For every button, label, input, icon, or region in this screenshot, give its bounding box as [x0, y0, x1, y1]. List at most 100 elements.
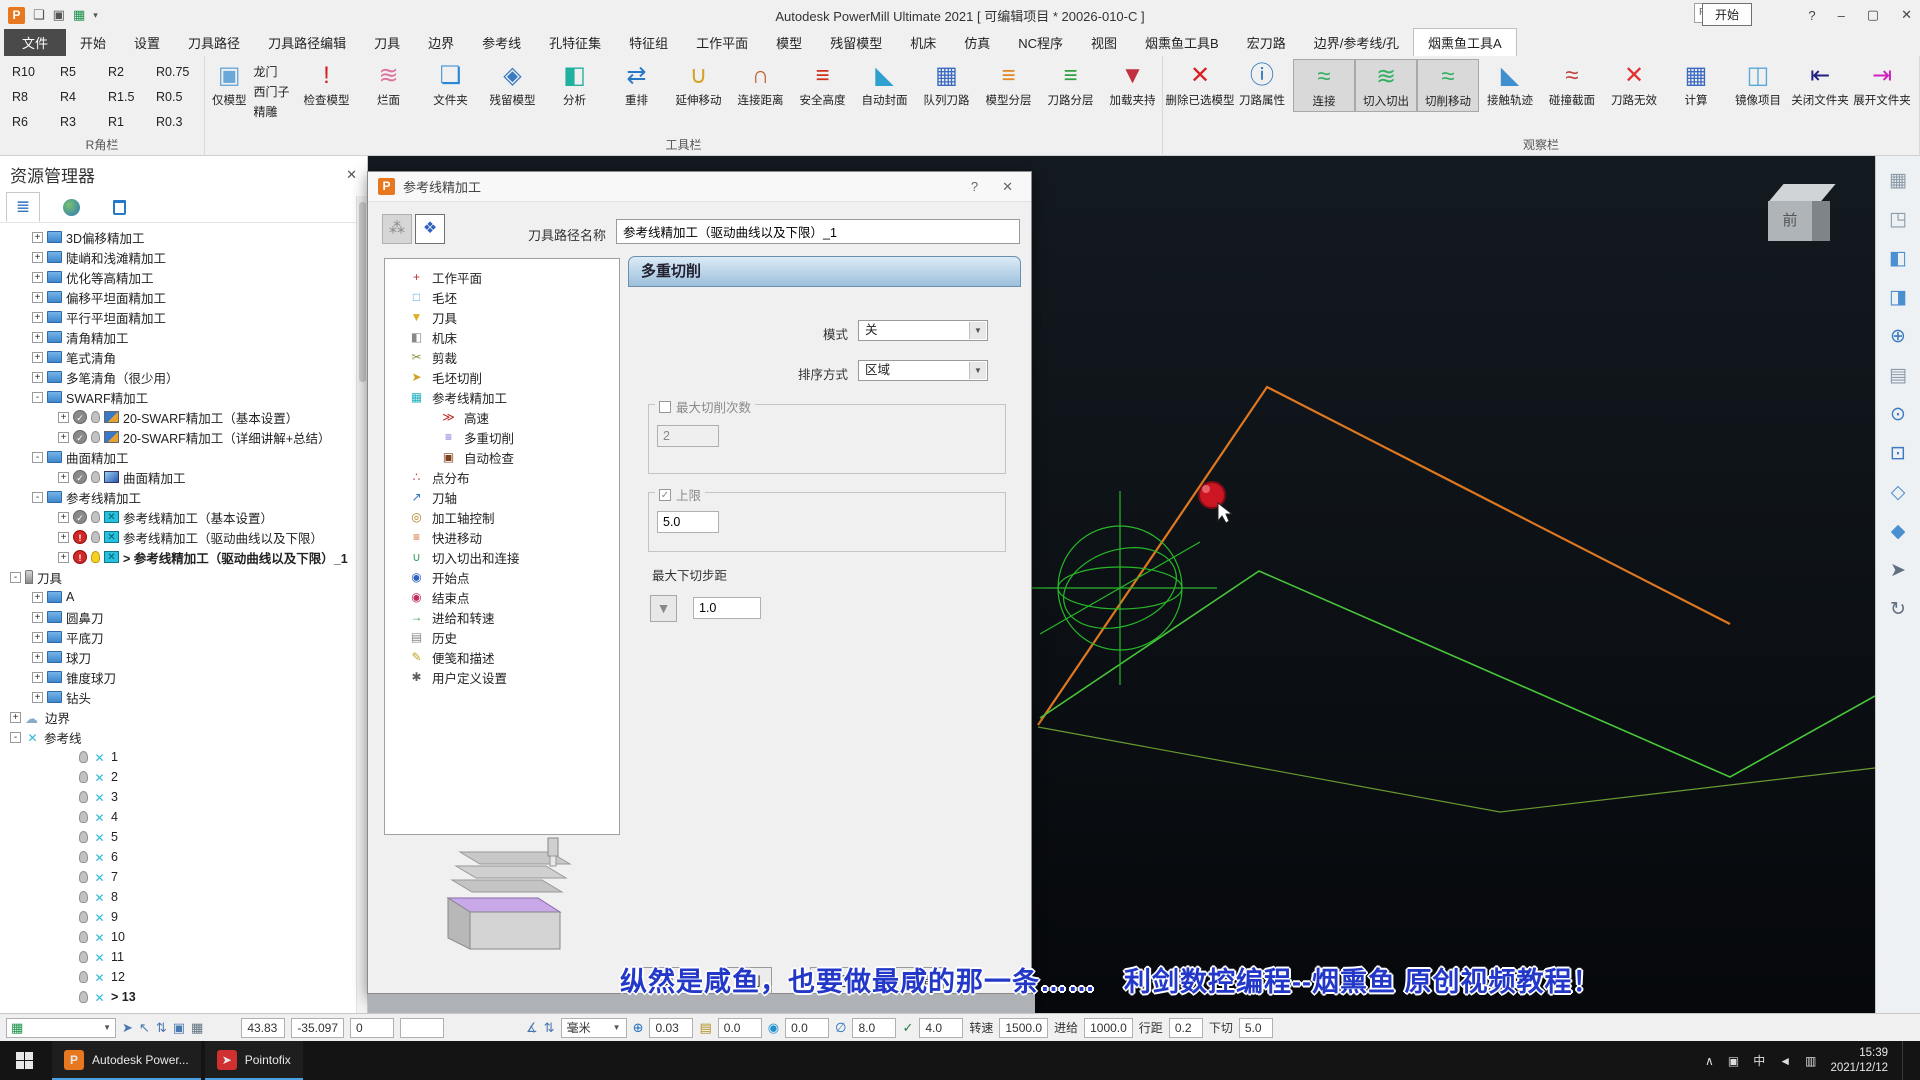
tree-item[interactable]: + 优化等高精加工 [0, 267, 367, 287]
tree-item[interactable]: + 曲面精加工 [0, 467, 367, 487]
dialog-tree-item[interactable]: ✂ 剪裁 [385, 347, 619, 367]
ribbon-tab[interactable]: 孔特征集 [535, 29, 615, 56]
tree-item[interactable]: + 边界 [0, 707, 367, 727]
ribbon-button[interactable]: ✕ 刀路无效 [1603, 59, 1665, 112]
expander-icon[interactable]: + [10, 712, 21, 723]
tree-item[interactable]: + 20-SWARF精加工（基本设置） [0, 407, 367, 427]
expander-icon[interactable]: + [58, 432, 69, 443]
cursor-z-value[interactable]: 0 [350, 1018, 394, 1038]
r-value-button[interactable]: R1 [102, 115, 150, 129]
tree-item[interactable]: + 平行平坦面精加工 [0, 307, 367, 327]
tree-item[interactable]: + 笔式清角 [0, 347, 367, 367]
maximize-button[interactable]: ▢ [1867, 7, 1879, 23]
ribbon-button[interactable]: ✕ 删除已选模型 [1169, 59, 1231, 112]
tree-item[interactable]: + 多笔清角（很少用） [0, 367, 367, 387]
view-toolbar-button[interactable]: ⊕ [1884, 322, 1912, 350]
expander-icon[interactable]: + [32, 692, 43, 703]
tray-display-icon[interactable]: ▣ [1728, 1054, 1739, 1068]
max-cuts-checkbox[interactable] [659, 401, 671, 413]
dialog-tree-item[interactable]: ◉ 结束点 [385, 587, 619, 607]
ribbon-button[interactable]: ≋ 烂面 [358, 59, 420, 119]
bulb-icon[interactable] [79, 951, 88, 963]
ribbon-button[interactable]: ≈ 碰撞截面 [1541, 59, 1603, 112]
tree-item[interactable]: - SWARF精加工 [0, 387, 367, 407]
dialog-tree-item[interactable]: ≡ 快进移动 [385, 527, 619, 547]
tree-item[interactable]: - 参考线精加工 [0, 487, 367, 507]
ribbon-button[interactable]: ∪ 延伸移动 [668, 59, 730, 119]
r-value-button[interactable]: R6 [6, 115, 54, 129]
expander-icon[interactable]: + [32, 372, 43, 383]
expander-icon[interactable]: + [32, 272, 43, 283]
expander-icon[interactable]: + [32, 292, 43, 303]
max-stepdown-input[interactable] [693, 597, 761, 619]
tree-item[interactable]: + 圆鼻刀 [0, 607, 367, 627]
pick-cursor-icon[interactable]: ➤ [122, 1020, 133, 1036]
dialog-close-button[interactable]: ✕ [994, 179, 1021, 195]
quick-access-caret-icon[interactable]: ▾ [93, 10, 98, 21]
bulb-icon[interactable] [91, 531, 100, 543]
ribbon-tab[interactable]: 文件 [4, 29, 66, 56]
strategy-toggle-icon-b[interactable]: ❖ [415, 214, 445, 244]
ribbon-tab[interactable]: 开始 [66, 29, 120, 56]
expander-icon[interactable]: + [32, 332, 43, 343]
taskbar-app[interactable]: P Autodesk Power... [52, 1041, 201, 1080]
bulb-icon[interactable] [91, 551, 100, 563]
dialog-tree-item[interactable]: ✎ 便笺和描述 [385, 647, 619, 667]
ribbon-button[interactable]: ⓘ 刀路属性 [1231, 59, 1293, 112]
tree-item[interactable]: - 参考线 [0, 727, 367, 747]
expander-icon[interactable]: - [10, 732, 21, 743]
tree-item[interactable]: 5 [0, 827, 367, 847]
notification-center-edge[interactable] [1902, 1041, 1910, 1080]
tree-item[interactable]: 10 [0, 927, 367, 947]
snap-corner-icon[interactable]: ↖ [139, 1020, 150, 1036]
tolerance-value[interactable]: 0.03 [649, 1018, 693, 1038]
orientation-cube[interactable]: 前 [1768, 184, 1844, 256]
machine-preset-button[interactable]: 精雕 [254, 103, 290, 120]
tray-ime-indicator[interactable]: 中 [1753, 1052, 1765, 1069]
expander-icon[interactable]: + [32, 672, 43, 683]
max-cuts-input[interactable] [657, 425, 719, 447]
tree-item[interactable]: + 陡峭和浅滩精加工 [0, 247, 367, 267]
close-button[interactable]: ✕ [1901, 7, 1912, 23]
expander-icon[interactable]: - [32, 392, 43, 403]
expander-icon[interactable]: - [32, 452, 43, 463]
tree-item[interactable]: 8 [0, 887, 367, 907]
tree-item[interactable]: + 锥度球刀 [0, 667, 367, 687]
ribbon-button[interactable]: ◣ 接触轨迹 [1479, 59, 1541, 112]
mode-select[interactable]: 关▼ [858, 320, 988, 341]
spreadsheet-icon[interactable]: ▦ [73, 7, 85, 23]
ribbon-button[interactable]: ⇤ 关闭文件夹 [1789, 59, 1851, 112]
dialog-title-bar[interactable]: P 参考线精加工 ? ✕ [368, 172, 1031, 202]
upper-limit-input[interactable] [657, 511, 719, 533]
bulb-icon[interactable] [79, 911, 88, 923]
bulb-icon[interactable] [79, 931, 88, 943]
expander-icon[interactable]: + [58, 412, 69, 423]
tree-item[interactable]: 9 [0, 907, 367, 927]
ribbon-tab[interactable]: 烟熏鱼工具B [1131, 29, 1233, 56]
bulb-icon[interactable] [79, 851, 88, 863]
feed-rate-value[interactable]: 1000.0 [1084, 1018, 1133, 1038]
upper-limit-checkbox[interactable] [659, 489, 671, 501]
ribbon-tab[interactable]: 刀具路径编辑 [254, 29, 360, 56]
tree-item[interactable]: + > 参考线精加工（驱动曲线以及下限）_1 [0, 547, 367, 567]
r-value-button[interactable]: R2 [102, 65, 150, 79]
ribbon-tab[interactable]: 参考线 [468, 29, 535, 56]
tray-volume-icon[interactable]: ◄ [1779, 1054, 1791, 1068]
thickness-value[interactable]: 0.0 [718, 1018, 762, 1038]
tree-item[interactable]: 1 [0, 747, 367, 767]
expander-icon[interactable]: + [32, 592, 43, 603]
dialog-tree-item[interactable]: ▼ 刀具 [385, 307, 619, 327]
cursor-extra-value[interactable] [400, 1018, 444, 1038]
r-value-button[interactable]: R3 [54, 115, 102, 129]
minimize-button[interactable]: – [1838, 8, 1845, 23]
view-toolbar-button[interactable]: ▦ [1884, 166, 1912, 194]
open-project-icon[interactable]: ❏ [33, 7, 45, 23]
view-toolbar-button[interactable]: ▤ [1884, 361, 1912, 389]
tree-item[interactable]: > 13 [0, 987, 367, 1007]
bulb-icon[interactable] [79, 771, 88, 783]
ribbon-button[interactable]: ⇄ 重排 [606, 59, 668, 119]
ribbon-tab[interactable]: 视图 [1077, 29, 1131, 56]
cursor-x-value[interactable]: 43.83 [241, 1018, 285, 1038]
tree-item[interactable]: + 平底刀 [0, 627, 367, 647]
dialog-tree-item[interactable]: ∴ 点分布 [385, 467, 619, 487]
